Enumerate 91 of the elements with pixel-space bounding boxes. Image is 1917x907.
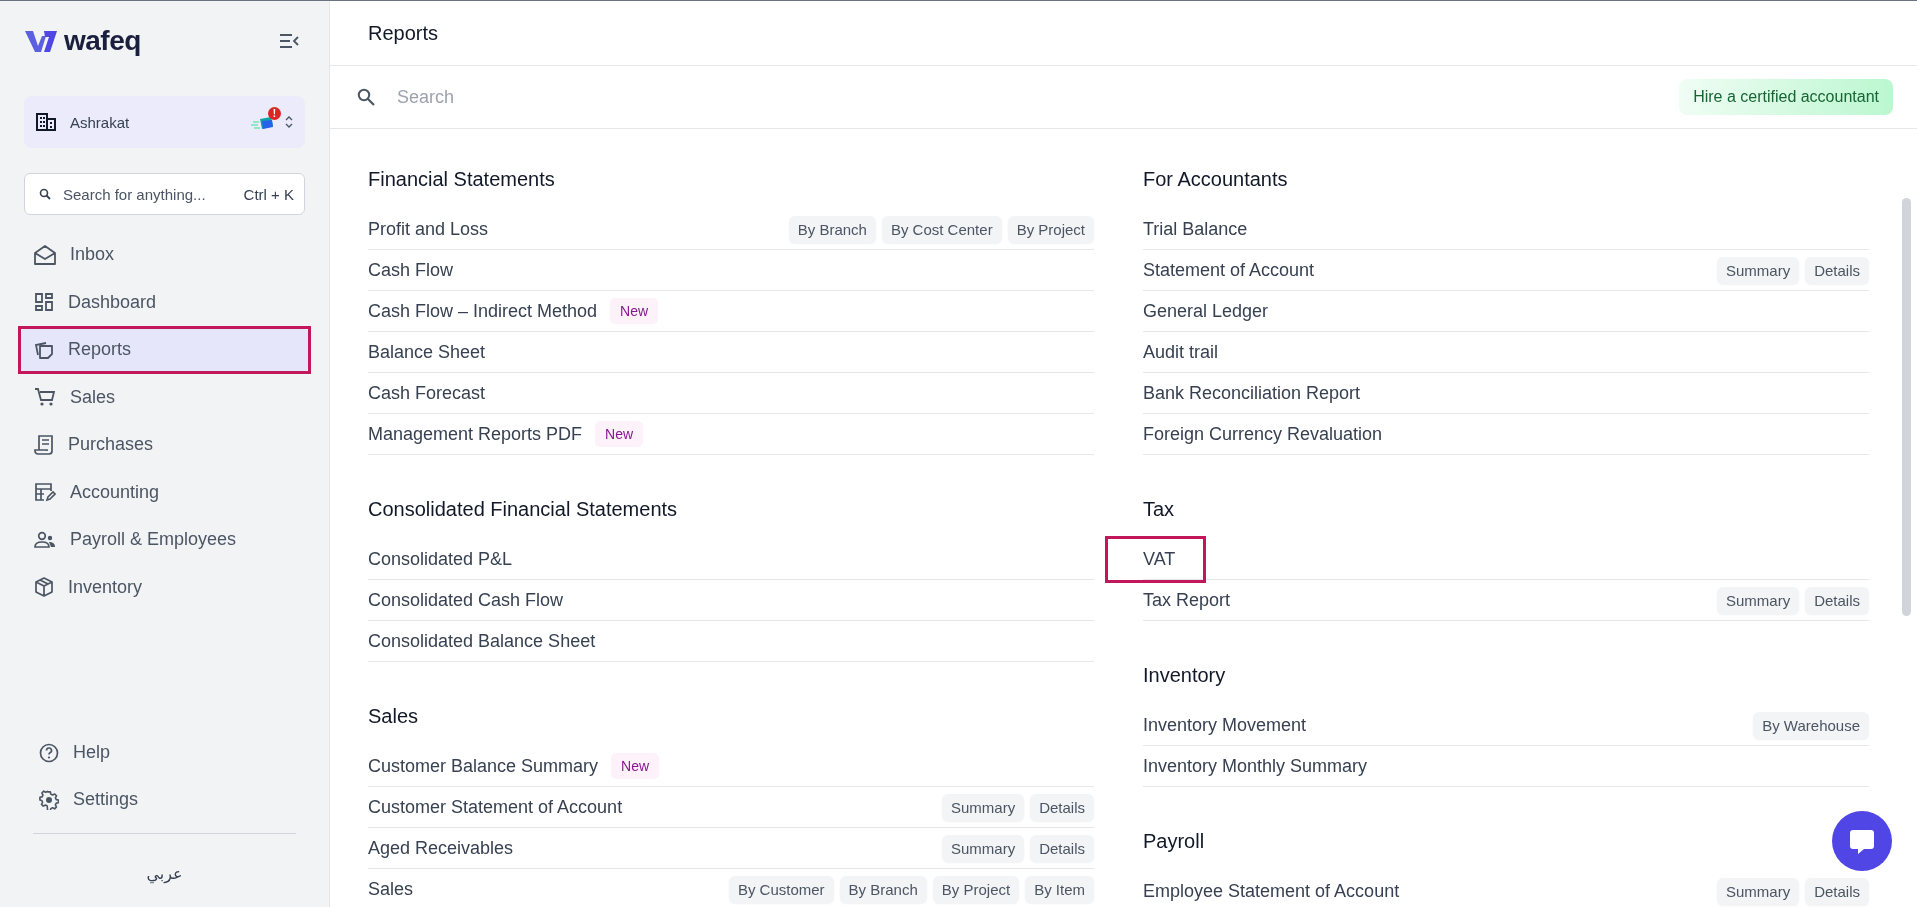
nav-item[interactable]: Purchases <box>21 424 308 466</box>
report-link[interactable]: Consolidated Balance Sheet <box>368 630 596 652</box>
new-badge: New <box>610 298 659 324</box>
report-variant-chip[interactable]: Summary <box>941 793 1025 821</box>
nav-item[interactable]: Help <box>24 729 305 776</box>
report-variant-chip[interactable]: Details <box>1030 834 1094 862</box>
chat-bubble-icon <box>1848 827 1876 855</box>
report-link[interactable]: Sales <box>368 878 414 900</box>
report-variant-chip[interactable]: Details <box>1805 877 1869 905</box>
search-field[interactable]: Search for anything... Ctrl + K <box>24 173 305 215</box>
hire-accountant-button[interactable]: Hire a certified accountant <box>1679 79 1893 115</box>
nav-item[interactable]: Reports <box>21 329 308 371</box>
scrollbar[interactable] <box>1902 198 1911 616</box>
report-variant-chip[interactable]: By Branch <box>839 875 927 903</box>
chevron-up-down-icon <box>285 115 293 129</box>
nav-item[interactable]: Sales <box>21 376 308 418</box>
report-link[interactable]: Cash Flow – Indirect Method <box>368 300 598 322</box>
report-variant-chip[interactable]: Summary <box>1716 586 1800 614</box>
report-variant-chip[interactable]: Details <box>1030 793 1094 821</box>
people-icon <box>34 530 56 549</box>
report-link[interactable]: Audit trail <box>1143 341 1219 363</box>
report-link[interactable]: Inventory Monthly Summary <box>1143 755 1368 777</box>
report-variant-chip[interactable]: Summary <box>941 834 1025 862</box>
report-link[interactable]: Customer Balance Summary <box>368 755 599 777</box>
report-link[interactable]: Inventory Movement <box>1143 714 1307 736</box>
receipt-icon <box>34 434 54 455</box>
section-title: Financial Statements <box>368 166 555 192</box>
nav-item[interactable]: Settings <box>24 776 305 823</box>
search-icon <box>357 88 375 106</box>
report-variant-chip[interactable]: By Customer <box>728 875 834 903</box>
report-link[interactable]: Cash Flow <box>368 259 454 281</box>
section-title: Payroll <box>1143 828 1205 854</box>
report-variant-chip[interactable]: Details <box>1805 256 1869 284</box>
report-variant-chip[interactable]: By Project <box>932 875 1020 903</box>
copy-icon <box>34 339 54 360</box>
report-link[interactable]: Employee Statement of Account <box>1143 880 1400 902</box>
report-variant-chip[interactable]: By Project <box>1007 215 1094 243</box>
report-variant-chip[interactable]: By Branch <box>788 215 876 243</box>
section-title: Sales <box>368 703 419 729</box>
report-link[interactable]: VAT <box>1143 548 1176 570</box>
building-icon <box>36 113 56 131</box>
report-variant-chip[interactable]: By Warehouse <box>1753 711 1869 739</box>
section-title: Consolidated Financial Statements <box>368 496 678 522</box>
chat-button[interactable] <box>1832 811 1892 871</box>
report-variant-chip[interactable]: Summary <box>1716 877 1800 905</box>
report-variant-chip[interactable]: By Cost Center <box>881 215 1002 243</box>
logo-icon <box>24 28 58 54</box>
cart-icon <box>34 387 56 408</box>
report-link[interactable]: Balance Sheet <box>368 341 486 363</box>
organization-name: Ashrakat <box>70 113 130 131</box>
report-link[interactable]: Foreign Currency Revaluation <box>1143 423 1383 445</box>
nav-item[interactable]: Dashboard <box>21 281 308 323</box>
search-input[interactable]: Search for anything... <box>61 184 234 204</box>
report-link[interactable]: General Ledger <box>1143 300 1269 322</box>
nav-item[interactable]: Inbox <box>21 234 308 276</box>
new-badge: New <box>595 421 644 447</box>
collapse-menu-icon[interactable] <box>279 33 299 49</box>
report-link[interactable]: Aged Receivables <box>368 837 514 859</box>
report-variant-chip[interactable]: Details <box>1805 586 1869 614</box>
report-link[interactable]: Management Reports PDF <box>368 423 583 445</box>
help-icon <box>39 742 59 763</box>
section-title: Inventory <box>1143 662 1226 688</box>
report-link[interactable]: Cash Forecast <box>368 382 486 404</box>
shortcut-hint: Ctrl + K <box>243 185 294 203</box>
settings-icon <box>39 789 59 810</box>
envelope-icon <box>34 244 56 265</box>
report-link[interactable]: Customer Statement of Account <box>368 796 623 818</box>
report-link[interactable]: Bank Reconciliation Report <box>1143 382 1361 404</box>
report-variant-chip[interactable]: By Item <box>1025 875 1094 903</box>
report-variant-chip[interactable]: Summary <box>1716 256 1800 284</box>
dashboard-icon <box>34 292 54 313</box>
language-link[interactable]: عربي <box>146 864 183 883</box>
report-link[interactable]: Statement of Account <box>1143 259 1315 281</box>
section-title: For Accountants <box>1143 166 1288 192</box>
table-edit-icon <box>34 482 56 503</box>
report-link[interactable]: Trial Balance <box>1143 218 1248 240</box>
report-link[interactable]: Consolidated P&L <box>368 548 513 570</box>
alert-badge: ! <box>268 107 281 120</box>
page-title: Reports <box>368 21 439 45</box>
report-link[interactable]: Profit and Loss <box>368 218 489 240</box>
nav-item[interactable]: Payroll & Employees <box>21 519 308 561</box>
report-link[interactable]: Tax Report <box>1143 589 1231 611</box>
brand-name: wafeq <box>64 25 141 57</box>
section-title: Tax <box>1143 496 1175 522</box>
cube-icon <box>34 577 54 598</box>
report-link[interactable]: Consolidated Cash Flow <box>368 589 564 611</box>
new-badge: New <box>611 753 660 779</box>
nav-item[interactable]: Inventory <box>21 566 308 608</box>
nav-item[interactable]: Accounting <box>21 471 308 513</box>
organization-switcher[interactable]: Ashrakat ! <box>24 96 305 148</box>
search-icon <box>39 188 51 200</box>
